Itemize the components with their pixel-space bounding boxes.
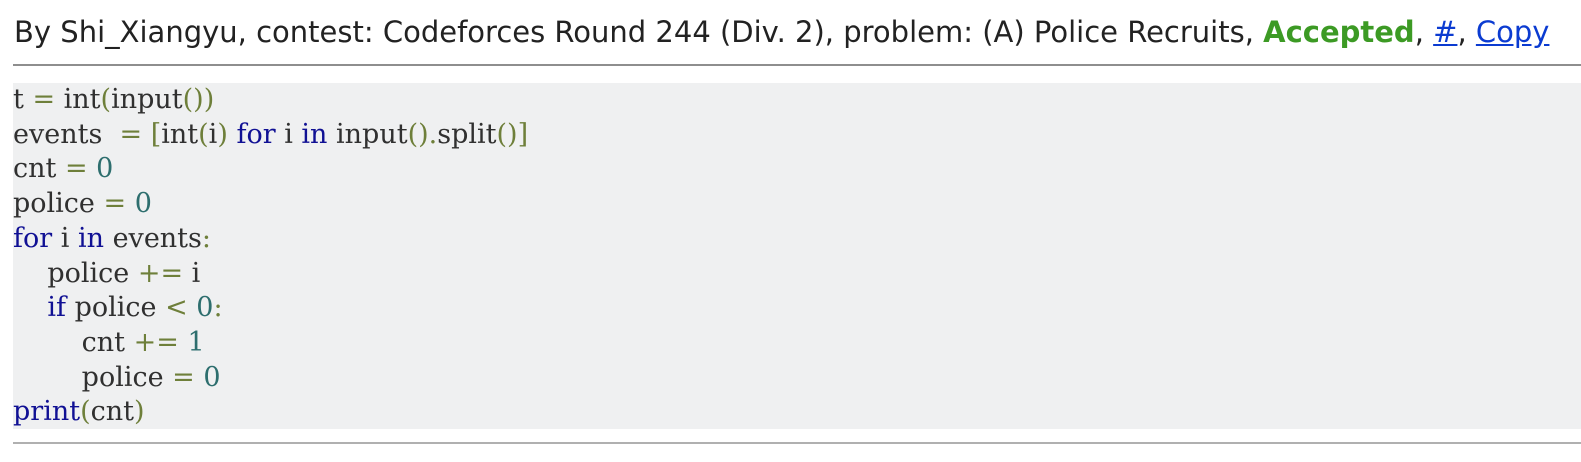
code-operator: +=	[137, 257, 184, 289]
author-name: Shi_Xiangyu	[60, 15, 238, 49]
code-operator: (	[198, 118, 209, 150]
source-code: t = int(input()) events = [int(i) for i …	[13, 83, 1581, 430]
code-identifier: i	[52, 222, 78, 254]
code-identifier: input	[327, 118, 408, 150]
code-identifier: police	[65, 292, 166, 324]
contest-name: Codeforces Round 244 (Div. 2)	[382, 15, 825, 49]
code-block: t = int(input()) events = [int(i) for i …	[13, 83, 1581, 429]
code-line: for i in events:	[13, 223, 211, 254]
contest-prefix: , contest:	[237, 15, 383, 49]
code-number: 1	[187, 326, 205, 358]
code-keyword: in	[301, 118, 328, 150]
code-identifier: cnt	[13, 153, 65, 185]
code-identifier	[88, 153, 97, 184]
code-operator: ().	[407, 118, 438, 150]
code-identifier: police	[13, 257, 138, 289]
code-number: 0	[196, 292, 214, 324]
code-identifier: i	[275, 118, 302, 150]
permalink-link[interactable]: #	[1433, 15, 1457, 49]
verdict-badge: Accepted	[1263, 15, 1415, 49]
code-identifier: int	[161, 118, 199, 150]
separator: ,	[1414, 15, 1434, 49]
separator: ,	[1244, 15, 1264, 49]
code-identifier	[142, 119, 151, 150]
code-identifier: t	[13, 84, 33, 115]
footer-divider	[13, 442, 1581, 444]
code-operator: )	[134, 396, 145, 428]
code-keyword: for	[13, 222, 53, 254]
code-operator: <	[165, 292, 188, 324]
code-identifier: police	[13, 361, 173, 393]
code-line: cnt += 1	[13, 327, 205, 358]
code-identifier: i	[183, 257, 201, 289]
code-number: 0	[96, 153, 114, 185]
code-identifier: events	[13, 118, 120, 150]
code-line: events = [int(i) for i in input().split(…	[13, 119, 528, 150]
code-identifier: cnt	[90, 396, 134, 428]
code-number: 0	[203, 361, 221, 393]
submission-info: By Shi_Xiangyu, contest: Codeforces Roun…	[14, 12, 1549, 52]
header-divider	[13, 64, 1581, 66]
code-operator: =	[103, 188, 127, 220]
code-keyword: in	[77, 222, 104, 254]
code-operator: =	[172, 361, 195, 393]
code-number: 0	[134, 188, 152, 220]
code-keyword: if	[47, 292, 66, 324]
code-line: print(cnt)	[13, 396, 145, 427]
code-line: police = 0	[13, 362, 221, 393]
code-identifier: split	[437, 118, 497, 150]
code-identifier	[126, 188, 135, 219]
code-line: if police < 0:	[13, 292, 223, 324]
code-line: police += i	[13, 258, 200, 289]
separator: ,	[1457, 15, 1476, 49]
problem-name: (A) Police Recruits	[982, 15, 1245, 49]
copy-link[interactable]: Copy	[1476, 15, 1550, 49]
by-prefix: By	[14, 15, 61, 49]
code-identifier: int	[55, 84, 101, 115]
code-operator: =	[119, 118, 143, 150]
code-operator: ()]	[496, 118, 529, 150]
code-line: cnt = 0	[13, 153, 113, 184]
code-operator: [	[150, 118, 162, 150]
code-identifier	[13, 292, 47, 323]
problem-prefix: , problem:	[824, 15, 983, 49]
code-operator: :	[213, 292, 223, 324]
code-identifier: events	[104, 222, 202, 254]
code-identifier: police	[13, 188, 104, 220]
code-operator: (	[80, 396, 91, 428]
code-operator: )	[217, 118, 228, 150]
code-identifier	[188, 292, 197, 323]
code-line: police = 0	[13, 188, 152, 219]
code-operator: :	[201, 222, 211, 254]
code-operator: =	[32, 84, 56, 115]
code-keyword: for	[236, 118, 276, 150]
code-operator: +=	[133, 326, 179, 358]
code-operator: =	[64, 153, 88, 185]
code-keyword: print	[13, 396, 81, 428]
code-identifier: cnt	[13, 326, 134, 358]
code-operator: ())	[182, 84, 215, 115]
code-operator: (	[100, 84, 112, 115]
code-identifier: input	[111, 84, 183, 115]
code-line: t = int(input())	[13, 84, 214, 115]
